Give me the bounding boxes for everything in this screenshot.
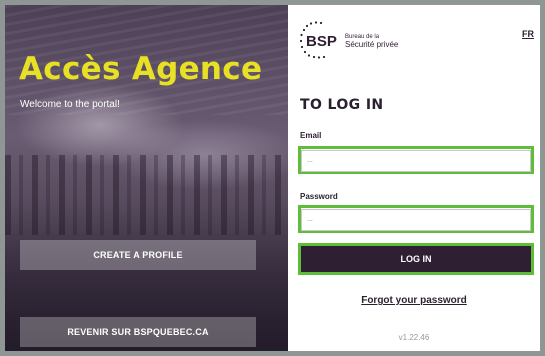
return-to-site-button[interactable]: REVENIR SUR BSPQUEBEC.CA bbox=[20, 317, 256, 347]
login-button[interactable]: LOG IN bbox=[298, 243, 534, 275]
password-label: Password bbox=[300, 192, 338, 201]
language-switch-link[interactable]: FR bbox=[522, 29, 534, 39]
email-field-focus-ring bbox=[298, 146, 534, 174]
create-profile-button[interactable]: CREATE A PROFILE bbox=[20, 240, 256, 270]
hero-subtitle: Welcome to the portal! bbox=[20, 99, 120, 110]
login-title: TO LOG IN bbox=[300, 97, 384, 113]
portal-window: Accès Agence Welcome to the portal! CREA… bbox=[5, 5, 540, 351]
hero-title: Accès Agence bbox=[19, 51, 263, 87]
logo-acronym: BSP bbox=[306, 33, 337, 50]
login-button-label: LOG IN bbox=[400, 254, 432, 264]
email-field[interactable] bbox=[301, 149, 531, 172]
password-field[interactable] bbox=[301, 208, 531, 231]
bsp-logo: BSP Bureau de la Sécurité privée bbox=[299, 21, 399, 59]
login-panel: BSP Bureau de la Sécurité privée FR TO L… bbox=[288, 5, 540, 351]
forgot-password-link[interactable]: Forgot your password bbox=[288, 295, 540, 306]
hero-panel: Accès Agence Welcome to the portal! CREA… bbox=[5, 5, 288, 351]
password-field-focus-ring bbox=[298, 205, 534, 233]
logo-line-2: Sécurité privée bbox=[345, 40, 399, 49]
email-label: Email bbox=[300, 131, 322, 140]
version-text: v1.22.46 bbox=[398, 333, 430, 342]
